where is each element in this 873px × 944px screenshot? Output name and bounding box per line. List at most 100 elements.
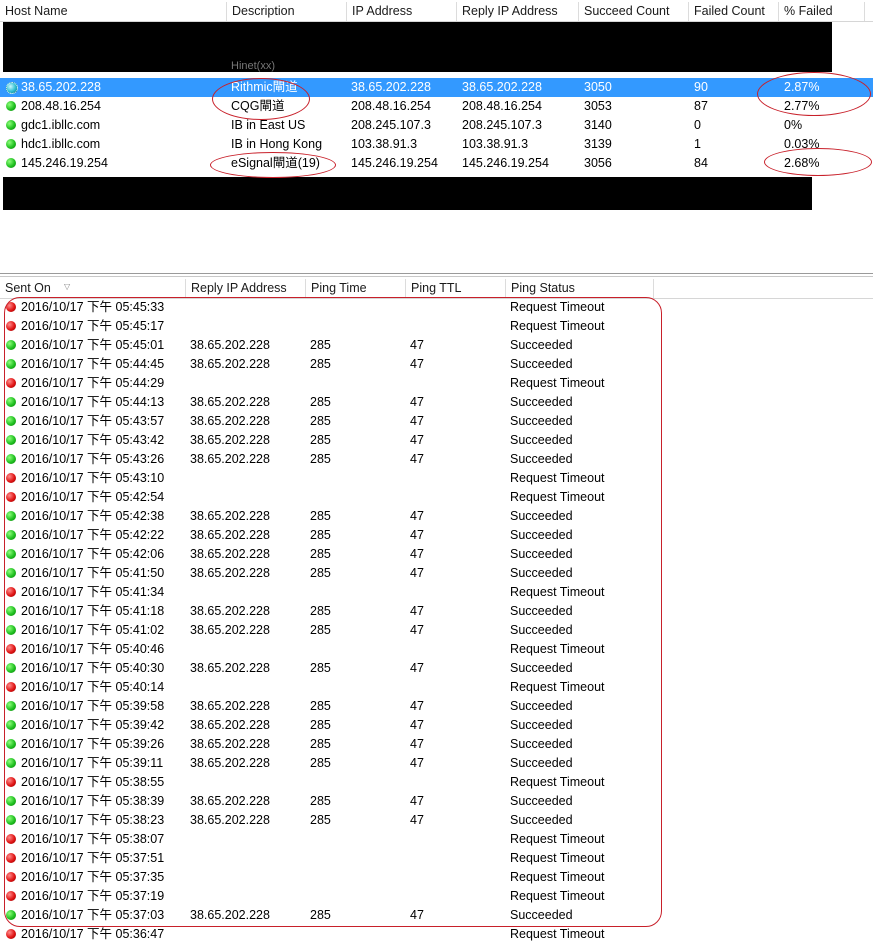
log-row[interactable]: 2016/10/17 下午 05:43:42 38.65.202.228 285 47… bbox=[0, 431, 873, 450]
log-row[interactable]: 2016/10/17 下午 05:39:42 38.65.202.228 285 47… bbox=[0, 716, 873, 735]
cell-sent-on: 2016/10/17 下午 05:39:26 bbox=[21, 737, 165, 751]
timeout-dot-icon bbox=[6, 853, 16, 863]
column-header-ping-status[interactable]: Ping Status bbox=[506, 279, 654, 298]
cell-ping-status: Succeeded bbox=[510, 794, 573, 808]
status-dot-icon bbox=[6, 82, 18, 94]
log-row[interactable]: 2016/10/17 下午 05:44:45 38.65.202.228 285 47… bbox=[0, 355, 873, 374]
log-row[interactable]: 2016/10/17 下午 05:40:14 Request Timeout bbox=[0, 678, 873, 697]
host-row[interactable]: 208.48.16.254 CQG閘道 208.48.16.254 208.48.16… bbox=[0, 97, 873, 116]
column-header-reply-ip-address[interactable]: Reply IP Address bbox=[186, 279, 306, 298]
cell-sent-on: 2016/10/17 下午 05:41:50 bbox=[21, 566, 165, 580]
cell-ping-time: 285 bbox=[310, 908, 331, 922]
log-row[interactable]: 2016/10/17 下午 05:38:07 Request Timeout bbox=[0, 830, 873, 849]
success-dot-icon bbox=[6, 758, 16, 768]
log-row[interactable]: 2016/10/17 下午 05:38:23 38.65.202.228 285 47… bbox=[0, 811, 873, 830]
cell-sent-on: 2016/10/17 下午 05:43:42 bbox=[21, 433, 165, 447]
cell-failed-count: 0 bbox=[694, 118, 701, 132]
timeout-dot-icon bbox=[6, 834, 16, 844]
log-row[interactable]: 2016/10/17 下午 05:41:02 38.65.202.228 285 47… bbox=[0, 621, 873, 640]
cell-sent-on: 2016/10/17 下午 05:39:58 bbox=[21, 699, 165, 713]
timeout-dot-icon bbox=[6, 891, 16, 901]
log-row[interactable]: 2016/10/17 下午 05:37:35 Request Timeout bbox=[0, 868, 873, 887]
log-row[interactable]: 2016/10/17 下午 05:37:19 Request Timeout bbox=[0, 887, 873, 906]
column-header-host-name[interactable]: Host Name bbox=[0, 2, 227, 21]
host-row[interactable]: hdc1.ibllc.com IB in Hong Kong 103.38.91.3… bbox=[0, 135, 873, 154]
success-dot-icon bbox=[6, 701, 16, 711]
timeout-dot-icon bbox=[6, 321, 16, 331]
sort-descending-icon: ▽ bbox=[64, 282, 71, 291]
status-dot-icon bbox=[6, 120, 16, 130]
success-dot-icon bbox=[6, 796, 16, 806]
log-row[interactable]: 2016/10/17 下午 05:44:29 Request Timeout bbox=[0, 374, 873, 393]
log-row[interactable]: 2016/10/17 下午 05:37:03 38.65.202.228 285 47… bbox=[0, 906, 873, 925]
redacted-region bbox=[3, 177, 812, 210]
cell-ping-status: Request Timeout bbox=[510, 851, 605, 865]
log-row[interactable]: 2016/10/17 下午 05:42:06 38.65.202.228 285 47… bbox=[0, 545, 873, 564]
cell-ping-status: Succeeded bbox=[510, 908, 573, 922]
pane-splitter[interactable] bbox=[0, 273, 873, 274]
log-row[interactable]: 2016/10/17 下午 05:41:50 38.65.202.228 285 47… bbox=[0, 564, 873, 583]
cell-ping-status: Request Timeout bbox=[510, 642, 605, 656]
host-row[interactable]: gdc1.ibllc.com IB in East US 208.245.107.3… bbox=[0, 116, 873, 135]
column-header-pct-failed[interactable]: % Failed bbox=[779, 2, 865, 21]
cell-sent-on: 2016/10/17 下午 05:38:23 bbox=[21, 813, 165, 827]
log-row[interactable]: 2016/10/17 下午 05:39:11 38.65.202.228 285 47… bbox=[0, 754, 873, 773]
cell-ping-status: Succeeded bbox=[510, 357, 573, 371]
status-dot-icon bbox=[6, 139, 16, 149]
log-row[interactable]: 2016/10/17 下午 05:45:17 Request Timeout bbox=[0, 317, 873, 336]
column-header-succeed-count[interactable]: Succeed Count bbox=[579, 2, 689, 21]
cell-reply-ip-address: 38.65.202.228 bbox=[190, 414, 270, 428]
cell-ping-time: 285 bbox=[310, 604, 331, 618]
cell-ping-time: 285 bbox=[310, 623, 331, 637]
column-header-reply-ip-address[interactable]: Reply IP Address bbox=[457, 2, 579, 21]
column-header-failed-count[interactable]: Failed Count bbox=[689, 2, 779, 21]
log-row[interactable]: 2016/10/17 下午 05:38:39 38.65.202.228 285 47… bbox=[0, 792, 873, 811]
cell-description: Rithmic閘道 bbox=[231, 80, 298, 94]
cell-sent-on: 2016/10/17 下午 05:41:02 bbox=[21, 623, 165, 637]
log-row[interactable]: 2016/10/17 下午 05:43:26 38.65.202.228 285 47… bbox=[0, 450, 873, 469]
cell-ping-status: Succeeded bbox=[510, 699, 573, 713]
cell-ping-status: Request Timeout bbox=[510, 376, 605, 390]
log-row[interactable]: 2016/10/17 下午 05:43:57 38.65.202.228 285 47… bbox=[0, 412, 873, 431]
hosts-table-header: Host Name Description IP Address Reply I… bbox=[0, 2, 873, 22]
log-row[interactable]: 2016/10/17 下午 05:40:30 38.65.202.228 285 47… bbox=[0, 659, 873, 678]
cell-pct-failed: 0.03% bbox=[784, 137, 820, 151]
cell-pct-failed: 2.77% bbox=[784, 99, 820, 113]
cell-description: IB in Hong Kong bbox=[231, 137, 323, 151]
log-row[interactable]: 2016/10/17 下午 05:43:10 Request Timeout bbox=[0, 469, 873, 488]
cell-ping-status: Request Timeout bbox=[510, 471, 605, 485]
cell-ping-time: 285 bbox=[310, 395, 331, 409]
partial-row-text: Hinet(xx) bbox=[231, 60, 276, 72]
log-row[interactable]: 2016/10/17 下午 05:42:38 38.65.202.228 285 47… bbox=[0, 507, 873, 526]
log-row[interactable]: 2016/10/17 下午 05:41:18 38.65.202.228 285 47… bbox=[0, 602, 873, 621]
cell-reply-ip-address: 208.245.107.3 bbox=[462, 118, 542, 132]
column-header-ping-ttl[interactable]: Ping TTL bbox=[406, 279, 506, 298]
cell-ping-time: 285 bbox=[310, 547, 331, 561]
cell-ping-time: 285 bbox=[310, 433, 331, 447]
cell-sent-on: 2016/10/17 下午 05:37:03 bbox=[21, 908, 165, 922]
log-row[interactable]: 2016/10/17 下午 05:40:46 Request Timeout bbox=[0, 640, 873, 659]
log-row[interactable]: 2016/10/17 下午 05:42:22 38.65.202.228 285 47… bbox=[0, 526, 873, 545]
host-row[interactable]: 38.65.202.228 Rithmic閘道 38.65.202.228 38.65… bbox=[0, 78, 873, 97]
log-row[interactable]: 2016/10/17 下午 05:39:58 38.65.202.228 285 47… bbox=[0, 697, 873, 716]
log-row[interactable]: 2016/10/17 下午 05:37:51 Request Timeout bbox=[0, 849, 873, 868]
log-row[interactable]: 2016/10/17 下午 05:45:33 Request Timeout bbox=[0, 298, 873, 317]
cell-ping-ttl: 47 bbox=[410, 528, 424, 542]
cell-sent-on: 2016/10/17 下午 05:39:11 bbox=[21, 756, 164, 770]
cell-ping-ttl: 47 bbox=[410, 623, 424, 637]
log-row[interactable]: 2016/10/17 下午 05:39:26 38.65.202.228 285 47… bbox=[0, 735, 873, 754]
column-header-ip-address[interactable]: IP Address bbox=[347, 2, 457, 21]
log-row[interactable]: 2016/10/17 下午 05:44:13 38.65.202.228 285 47… bbox=[0, 393, 873, 412]
log-row[interactable]: 2016/10/17 下午 05:41:34 Request Timeout bbox=[0, 583, 873, 602]
log-row[interactable]: 2016/10/17 下午 05:45:01 38.65.202.228 285 47… bbox=[0, 336, 873, 355]
column-header-description[interactable]: Description bbox=[227, 2, 347, 21]
host-row[interactable]: 145.246.19.254 eSignal閘道(19) 145.246.19.25… bbox=[0, 154, 873, 173]
log-row[interactable]: 2016/10/17 下午 05:42:54 Request Timeout bbox=[0, 488, 873, 507]
column-header-sent-on[interactable]: Sent On ▽ bbox=[0, 279, 186, 298]
log-row[interactable]: 2016/10/17 下午 05:36:47 Request Timeout bbox=[0, 925, 873, 944]
cell-reply-ip-address: 38.65.202.228 bbox=[190, 756, 270, 770]
cell-ping-ttl: 47 bbox=[410, 395, 424, 409]
cell-ping-status: Succeeded bbox=[510, 414, 573, 428]
log-row[interactable]: 2016/10/17 下午 05:38:55 Request Timeout bbox=[0, 773, 873, 792]
column-header-ping-time[interactable]: Ping Time bbox=[306, 279, 406, 298]
